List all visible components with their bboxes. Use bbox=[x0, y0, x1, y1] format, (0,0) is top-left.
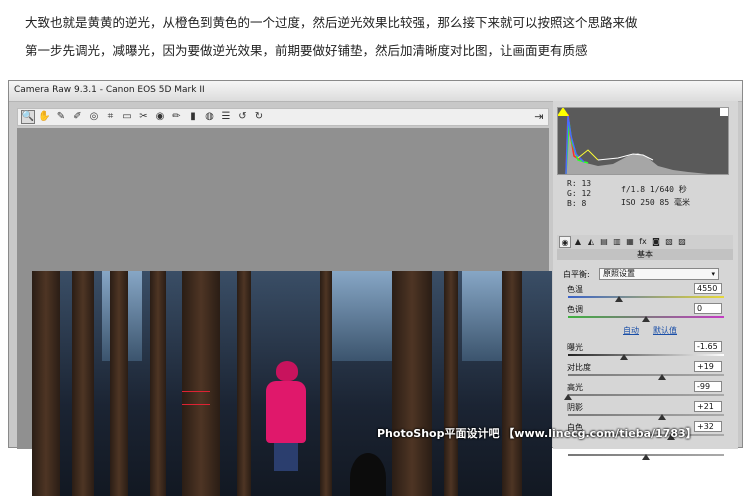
contrast-value-field[interactable]: +19 bbox=[694, 361, 722, 372]
blacks-slider[interactable] bbox=[568, 454, 724, 460]
auto-link[interactable]: 自动 bbox=[623, 325, 639, 336]
tint-slider[interactable] bbox=[568, 316, 724, 322]
color-sampler-tool-icon[interactable]: ✐ bbox=[71, 110, 85, 124]
panel-tab-4[interactable]: ▤ bbox=[598, 236, 610, 248]
open-in-photoshop-icon[interactable]: ⇥ bbox=[532, 109, 546, 124]
readout-b: B: 8 bbox=[567, 199, 587, 208]
tool-bar: 🔍 ✋ ✎ ✐ ◎ ⌗ ▭ ✂ ◉ ✏ ▮ ◍ ☰ ↺ ↻ bbox=[17, 108, 549, 126]
zoom-tool-icon[interactable]: 🔍 bbox=[21, 110, 35, 124]
tint-value-field[interactable]: 0 bbox=[694, 303, 722, 314]
highlight-clipping-warning-icon[interactable] bbox=[720, 108, 728, 116]
slider-label-exposure: 曝光 bbox=[567, 343, 583, 352]
hand-tool-icon[interactable]: ✋ bbox=[38, 110, 52, 124]
child-figure bbox=[264, 361, 308, 471]
histogram-graph bbox=[565, 113, 728, 174]
shadows-slider[interactable] bbox=[568, 414, 724, 420]
slider-label-shadows: 阴影 bbox=[567, 403, 583, 412]
iso-focal: ISO 250 85 毫米 bbox=[621, 198, 690, 207]
default-link[interactable]: 默认值 bbox=[653, 325, 677, 336]
rotate-left-icon[interactable]: ↺ bbox=[236, 110, 250, 124]
rotate-right-icon[interactable]: ↻ bbox=[252, 110, 266, 124]
preferences-icon[interactable]: ☰ bbox=[219, 110, 233, 124]
panel-tab-10[interactable]: ▨ bbox=[676, 236, 688, 248]
adjustment-brush-icon[interactable]: ✏ bbox=[170, 110, 184, 124]
article-line-2: 第一步先调光，减曝光，因为要做逆光效果，前期要做好铺垫，然后加清晰度对比图，让画… bbox=[25, 43, 588, 58]
slider-label-highlights: 高光 bbox=[567, 383, 583, 392]
slider-label-tint: 色调 bbox=[567, 305, 583, 314]
highlights-slider[interactable] bbox=[564, 394, 724, 400]
panel-tab-8[interactable]: ◙ bbox=[650, 236, 662, 248]
pixel-readout: R: 13 G: 12 B: 8 f/1.8 1/640 秒 ISO 250 8… bbox=[561, 179, 733, 219]
exposure-slider-thumb[interactable] bbox=[620, 354, 629, 360]
dark-figure bbox=[350, 453, 386, 496]
annotation-mark bbox=[182, 391, 210, 405]
readout-r: R: 13 bbox=[567, 179, 592, 188]
exposure-value-field[interactable]: -1.65 bbox=[694, 341, 722, 352]
contrast-slider[interactable] bbox=[568, 374, 724, 380]
article-text: 大致也就是黄黄的逆光，从橙色到黄色的一个过度，然后逆光效果比较强，那么接下来就可… bbox=[0, 0, 750, 78]
contrast-slider-thumb[interactable] bbox=[657, 374, 666, 380]
adjustment-panel: R: 13 G: 12 B: 8 f/1.8 1/640 秒 ISO 250 8… bbox=[553, 101, 738, 460]
camera-raw-window: Camera Raw 9.3.1 - Canon EOS 5D Mark II … bbox=[8, 80, 743, 496]
panel-tab-7[interactable]: fx bbox=[637, 236, 649, 248]
window-title: Camera Raw 9.3.1 - Canon EOS 5D Mark II bbox=[14, 85, 205, 95]
panel-tabs: ◉ ▲ ◭ ▤ ▥ ▦ fx ◙ ▧ ▨ bbox=[557, 235, 733, 250]
straighten-tool-icon[interactable]: ▭ bbox=[120, 110, 134, 124]
preview-photo bbox=[32, 271, 552, 496]
white-balance-tool-icon[interactable]: ✎ bbox=[54, 110, 68, 124]
watermark: PhotoShop平面设计吧 【www.linecg.com/tieba/178… bbox=[377, 427, 697, 440]
crop-tool-icon[interactable]: ⌗ bbox=[104, 110, 118, 124]
panel-tab-2[interactable]: ▲ bbox=[572, 236, 584, 248]
slider-label-contrast: 对比度 bbox=[567, 363, 591, 372]
panel-tab-1[interactable]: ◉ bbox=[559, 236, 571, 248]
white-balance-label: 白平衡: bbox=[563, 270, 590, 279]
white-balance-select[interactable]: 原照设置 ▾ bbox=[599, 268, 719, 280]
preview-canvas[interactable] bbox=[17, 128, 552, 496]
shadow-clipping-warning-icon[interactable] bbox=[558, 108, 569, 116]
panel-tab-9[interactable]: ▧ bbox=[663, 236, 675, 248]
white-balance-value: 原照设置 bbox=[603, 269, 635, 278]
panel-tab-3[interactable]: ◭ bbox=[585, 236, 597, 248]
article-line-1: 大致也就是黄黄的逆光，从橙色到黄色的一个过度，然后逆光效果比较强，那么接下来就可… bbox=[25, 15, 638, 30]
panel-tab-5[interactable]: ▥ bbox=[611, 236, 623, 248]
window-titlebar: Camera Raw 9.3.1 - Canon EOS 5D Mark II bbox=[9, 81, 742, 102]
whites-value-field[interactable]: +32 bbox=[694, 421, 722, 432]
tint-slider-thumb[interactable] bbox=[642, 316, 650, 322]
shadows-slider-thumb[interactable] bbox=[657, 414, 666, 420]
spot-removal-tool-icon[interactable]: ✂ bbox=[137, 110, 151, 124]
blacks-slider-thumb[interactable] bbox=[642, 454, 650, 460]
aperture-shutter: f/1.8 1/640 秒 bbox=[621, 185, 687, 194]
graduated-filter-icon[interactable]: ▮ bbox=[186, 110, 200, 124]
target-adjust-tool-icon[interactable]: ◎ bbox=[87, 110, 101, 124]
basic-section-title: 基本 bbox=[557, 249, 733, 260]
readout-g: G: 12 bbox=[567, 189, 592, 198]
temp-slider[interactable] bbox=[568, 296, 724, 302]
highlights-slider-thumb[interactable] bbox=[564, 394, 572, 400]
exposure-slider[interactable] bbox=[568, 354, 724, 360]
slider-label-temp: 色温 bbox=[567, 285, 583, 294]
temp-value-field[interactable]: 4550 bbox=[694, 283, 722, 294]
histogram bbox=[557, 107, 729, 175]
chevron-down-icon: ▾ bbox=[711, 270, 715, 278]
radial-filter-icon[interactable]: ◍ bbox=[203, 110, 217, 124]
red-eye-tool-icon[interactable]: ◉ bbox=[153, 110, 167, 124]
shadows-value-field[interactable]: +21 bbox=[694, 401, 722, 412]
temp-slider-thumb[interactable] bbox=[615, 296, 624, 302]
highlights-value-field[interactable]: -99 bbox=[694, 381, 722, 392]
panel-tab-6[interactable]: ▦ bbox=[624, 236, 636, 248]
